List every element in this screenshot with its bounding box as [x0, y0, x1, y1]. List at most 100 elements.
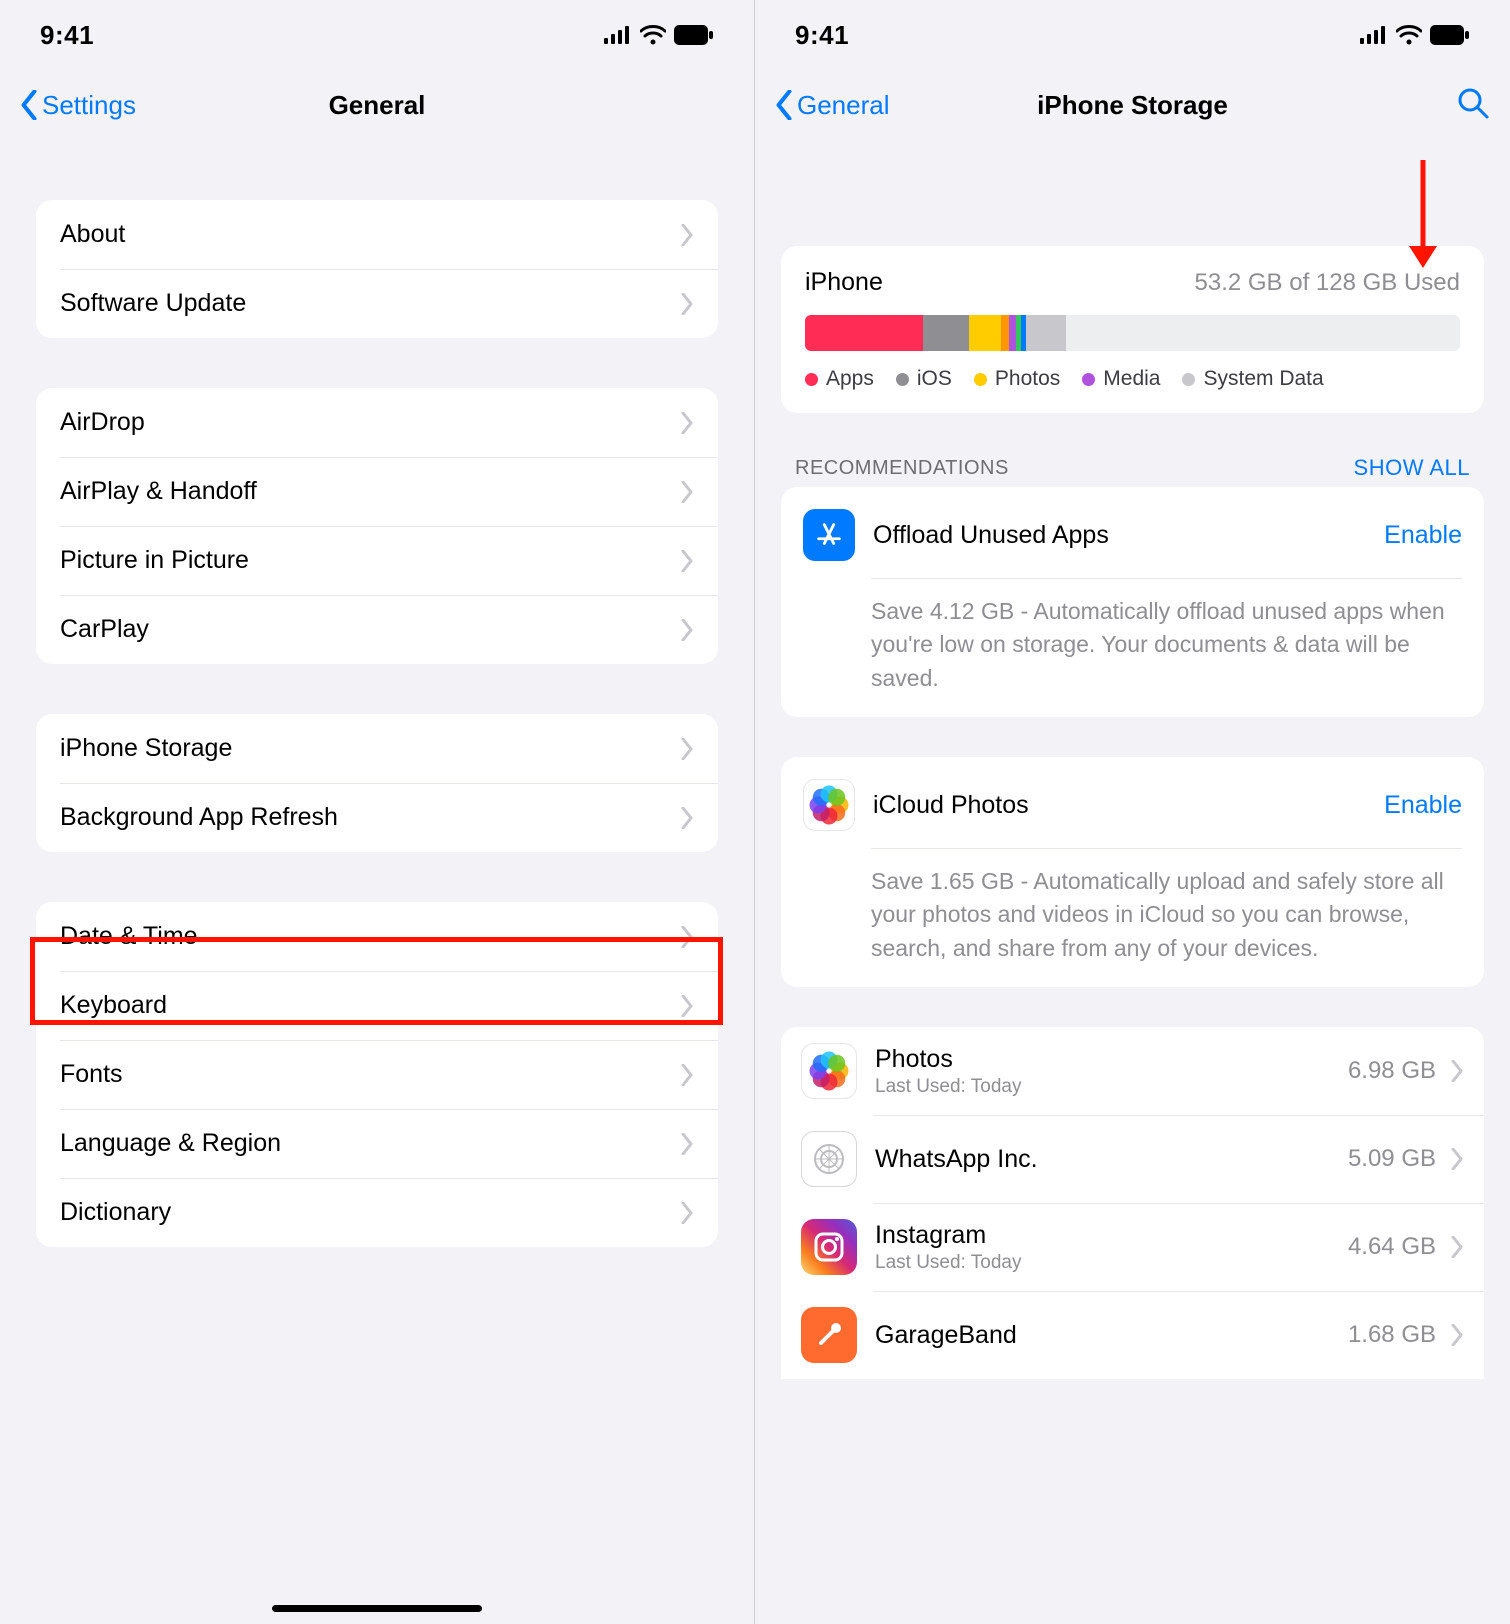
row-label: Language & Region [60, 1129, 680, 1158]
settings-row-iphone-storage[interactable]: iPhone Storage [36, 714, 718, 783]
app-storage-list: PhotosLast Used: Today6.98 GBWhatsApp In… [781, 1027, 1484, 1379]
row-label: Software Update [60, 289, 680, 318]
chevron-right-icon [680, 293, 694, 315]
wifi-icon [640, 25, 666, 45]
settings-row-airplay-handoff[interactable]: AirPlay & Handoff [36, 457, 718, 526]
legend-item: iOS [896, 367, 952, 391]
chevron-right-icon [680, 1202, 694, 1224]
app-row-photos[interactable]: PhotosLast Used: Today6.98 GB [781, 1027, 1484, 1115]
row-label: AirDrop [60, 408, 680, 437]
enable-button[interactable]: Enable [1384, 791, 1462, 820]
status-time: 9:41 [40, 20, 94, 51]
settings-row-dictionary[interactable]: Dictionary [36, 1178, 718, 1247]
row-label: Dictionary [60, 1198, 680, 1227]
storage-legend: AppsiOSPhotosMediaSystem Data [805, 367, 1460, 391]
chevron-right-icon [680, 1133, 694, 1155]
chevron-right-icon [680, 926, 694, 948]
appstore-icon [803, 509, 855, 561]
storage-bar-segment [969, 315, 1002, 351]
settings-row-keyboard[interactable]: Keyboard [36, 971, 718, 1040]
chevron-right-icon [680, 412, 694, 434]
app-name: GarageBand [875, 1321, 1348, 1350]
settings-group: About Software Update [36, 200, 718, 338]
recommendation-description: Save 1.65 GB - Automatically upload and … [781, 849, 1484, 965]
device-name: iPhone [805, 268, 883, 297]
recommendation-header: iCloud PhotosEnable [781, 757, 1484, 849]
row-label: Keyboard [60, 991, 680, 1020]
recommendation-title: iCloud Photos [873, 791, 1384, 820]
settings-row-software-update[interactable]: Software Update [36, 269, 718, 338]
legend-label: iOS [917, 367, 952, 391]
row-label: Picture in Picture [60, 546, 680, 575]
section-title: RECOMMENDATIONS [795, 457, 1009, 480]
app-row-instagram[interactable]: InstagramLast Used: Today4.64 GB [781, 1203, 1484, 1291]
chevron-right-icon [680, 481, 694, 503]
search-button[interactable] [1456, 86, 1490, 125]
app-row-garageband[interactable]: GarageBand1.68 GB [781, 1291, 1484, 1379]
settings-row-fonts[interactable]: Fonts [36, 1040, 718, 1109]
status-icons [604, 25, 714, 45]
chevron-right-icon [1450, 1148, 1464, 1170]
legend-label: System Data [1203, 367, 1323, 391]
battery-icon [674, 25, 714, 45]
storage-used-text: 53.2 GB of 128 GB Used [1195, 269, 1461, 297]
photos-icon [803, 779, 855, 831]
recommendation-description: Save 4.12 GB - Automatically offload unu… [781, 579, 1484, 695]
app-size: 1.68 GB [1348, 1321, 1436, 1349]
recommendation-card: iCloud PhotosEnableSave 1.65 GB - Automa… [781, 757, 1484, 987]
back-button[interactable]: General [775, 90, 890, 121]
settings-row-background-app-refresh[interactable]: Background App Refresh [36, 783, 718, 852]
row-label: CarPlay [60, 615, 680, 644]
settings-row-about[interactable]: About [36, 200, 718, 269]
recommendation-card: Offload Unused AppsEnableSave 4.12 GB - … [781, 487, 1484, 717]
status-time: 9:41 [795, 20, 849, 51]
enable-button[interactable]: Enable [1384, 521, 1462, 550]
settings-row-date-time[interactable]: Date & Time [36, 902, 718, 971]
legend-dot-icon [974, 373, 987, 386]
legend-dot-icon [1082, 373, 1095, 386]
app-row-whatsapp-inc-[interactable]: WhatsApp Inc.5.09 GB [781, 1115, 1484, 1203]
settings-row-carplay[interactable]: CarPlay [36, 595, 718, 664]
settings-row-airdrop[interactable]: AirDrop [36, 388, 718, 457]
recommendation-header: Offload Unused AppsEnable [781, 487, 1484, 579]
status-icons [1360, 25, 1470, 45]
app-info: PhotosLast Used: Today [875, 1045, 1348, 1098]
app-last-used: Last Used: Today [875, 1076, 1348, 1098]
chevron-right-icon [1450, 1324, 1464, 1346]
legend-item: Apps [805, 367, 874, 391]
search-icon [1456, 86, 1490, 120]
back-button[interactable]: Settings [20, 90, 136, 121]
chevron-right-icon [680, 619, 694, 641]
show-all-link[interactable]: SHOW ALL [1354, 455, 1470, 481]
app-size: 6.98 GB [1348, 1057, 1436, 1085]
legend-label: Apps [826, 367, 874, 391]
storage-bar-segment [923, 315, 969, 351]
app-info: WhatsApp Inc. [875, 1145, 1348, 1174]
screenshot-iphone-storage: 9:41 General iPhone Storage iPhone 53.2 … [755, 0, 1510, 1624]
cellular-icon [604, 26, 632, 44]
legend-dot-icon [805, 373, 818, 386]
chevron-right-icon [680, 807, 694, 829]
settings-row-picture-in-picture[interactable]: Picture in Picture [36, 526, 718, 595]
settings-row-language-region[interactable]: Language & Region [36, 1109, 718, 1178]
back-label: Settings [42, 90, 136, 121]
storage-bar-segment [1001, 315, 1009, 351]
status-bar: 9:41 [755, 0, 1510, 70]
settings-group: iPhone Storage Background App Refresh [36, 714, 718, 852]
app-info: InstagramLast Used: Today [875, 1221, 1348, 1274]
storage-bar [805, 315, 1460, 351]
chevron-right-icon [1450, 1236, 1464, 1258]
app-name: Instagram [875, 1221, 1348, 1250]
chevron-right-icon [680, 738, 694, 760]
row-label: Background App Refresh [60, 803, 680, 832]
cellular-icon [1360, 26, 1388, 44]
legend-dot-icon [1182, 373, 1195, 386]
app-last-used: Last Used: Today [875, 1252, 1348, 1274]
legend-label: Photos [995, 367, 1060, 391]
wifi-icon [1396, 25, 1422, 45]
garageband-icon [801, 1307, 857, 1363]
battery-icon [1430, 25, 1470, 45]
app-name: WhatsApp Inc. [875, 1145, 1348, 1174]
recommendation-title: Offload Unused Apps [873, 521, 1384, 550]
chevron-right-icon [1450, 1060, 1464, 1082]
